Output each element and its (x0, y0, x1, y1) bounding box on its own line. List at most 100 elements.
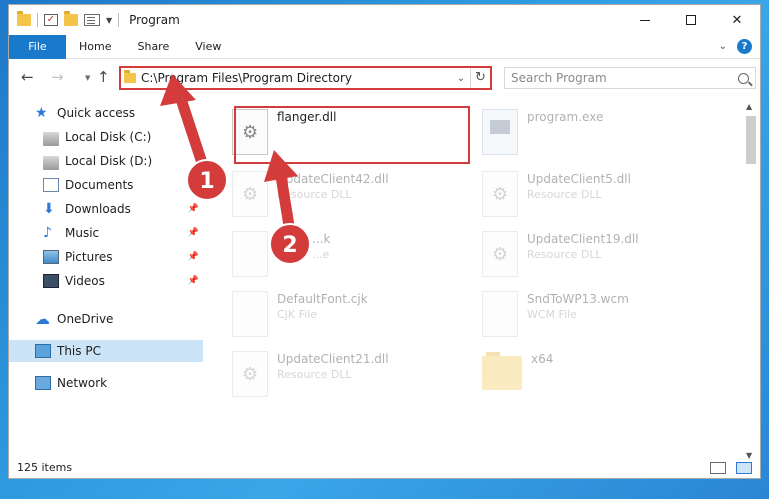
file-list: flanger.dll program.exe UpdateClient42.d… (214, 96, 744, 460)
window-controls: ✕ (622, 5, 760, 35)
up-arrow-icon[interactable]: ↑ (97, 68, 110, 86)
file-name: UpdateClient42.dll (277, 172, 389, 186)
toolbar-divider (37, 13, 38, 27)
nav-item-label: Local Disk (D:) (65, 154, 153, 168)
properties-icon[interactable] (84, 14, 100, 26)
new-folder-icon[interactable] (64, 11, 78, 26)
nav-item-this-pc[interactable]: This PC (9, 340, 203, 362)
file-item-updateclient19[interactable]: UpdateClient19.dll Resource DLL (464, 228, 704, 284)
folder-icon (124, 70, 136, 83)
vertical-scrollbar[interactable]: ▲ ▼ (744, 102, 758, 460)
pin-icon[interactable]: 📌 (188, 276, 199, 286)
pin-icon[interactable]: 📌 (188, 204, 199, 214)
title-bar: ✓ ▼ Program ✕ (9, 5, 760, 35)
address-row: ← → ▼ ↑ C:\Program Files\Program Directo… (9, 64, 760, 94)
file-item-program-exe[interactable]: program.exe (464, 106, 704, 162)
file-meta: UpdateClient42.dll Resource DLL (277, 172, 389, 202)
nav-item-pictures[interactable]: Pictures 📌 (9, 246, 203, 268)
pin-icon[interactable]: 📌 (188, 252, 199, 262)
this-pc-icon (35, 344, 51, 358)
pictures-icon (43, 250, 59, 264)
recent-locations-dropdown-icon[interactable]: ▼ (85, 74, 90, 82)
refresh-icon[interactable]: ↻ (470, 68, 490, 88)
tab-home[interactable]: Home (66, 35, 124, 59)
customize-toolbar-dropdown-icon[interactable]: ▼ (106, 16, 112, 25)
large-icons-view-icon[interactable] (736, 462, 752, 474)
dll-file-icon (482, 171, 518, 217)
details-view-icon[interactable] (710, 462, 726, 474)
forward-arrow-icon[interactable]: → (51, 68, 64, 86)
nav-item-onedrive[interactable]: ☁ OneDrive (9, 308, 203, 330)
file-item-updateclient5[interactable]: UpdateClient5.dll Resource DLL (464, 168, 704, 224)
close-button[interactable]: ✕ (714, 5, 760, 35)
file-item-partial[interactable]: ...k ...e (214, 228, 454, 284)
file-type: Resource DLL (527, 188, 602, 201)
file-type: WCM File (527, 308, 577, 321)
expand-ribbon-icon[interactable]: ⌄ (719, 41, 727, 52)
tab-view[interactable]: View (182, 35, 234, 59)
onedrive-icon: ☁ (35, 310, 50, 328)
address-dropdown-icon[interactable]: ⌄ (452, 73, 470, 84)
file-name: UpdateClient5.dll (527, 172, 631, 186)
nav-item-label: Music (65, 226, 100, 240)
nav-item-label: Videos (65, 274, 105, 288)
tab-file[interactable]: File (9, 34, 66, 59)
highlight-box (234, 106, 470, 164)
tab-share[interactable]: Share (124, 35, 182, 59)
file-meta: SndToWP13.wcm WCM File (527, 292, 629, 322)
file-type: Resource DLL (277, 188, 352, 201)
star-icon: ★ (35, 105, 48, 121)
file-item-sndtowp13[interactable]: SndToWP13.wcm WCM File (464, 288, 704, 344)
file-type: ...e (312, 248, 330, 261)
search-box[interactable]: Search Program (504, 67, 756, 89)
file-item-updateclient42[interactable]: UpdateClient42.dll Resource DLL (214, 168, 454, 224)
minimize-button[interactable] (622, 5, 668, 35)
folder-icon[interactable] (17, 11, 31, 26)
ribbon-tabs: File Home Share View ⌄ ? (9, 34, 760, 59)
file-name: SndToWP13.wcm (527, 292, 629, 306)
file-name: UpdateClient19.dll (527, 232, 639, 246)
file-item-defaultfont[interactable]: DefaultFont.cjk CJK File (214, 288, 454, 344)
nav-item-network[interactable]: Network (9, 372, 203, 394)
downloads-icon: ⬇ (43, 201, 55, 217)
scroll-up-icon[interactable]: ▲ (746, 102, 752, 111)
search-placeholder[interactable]: Search Program (511, 71, 607, 85)
address-path[interactable]: C:\Program Files\Program Directory (141, 71, 452, 85)
nav-item-local-disk-c[interactable]: Local Disk (C:) (9, 126, 203, 148)
nav-item-label: Local Disk (C:) (65, 130, 152, 144)
folder-item-x64[interactable]: x64 (464, 348, 704, 404)
pin-icon[interactable]: 📌 (188, 228, 199, 238)
nav-item-videos[interactable]: Videos 📌 (9, 270, 203, 292)
file-icon (232, 231, 268, 277)
file-item-updateclient21[interactable]: UpdateClient21.dll Resource DLL (214, 348, 454, 404)
file-name: ...k (312, 232, 331, 246)
dll-file-icon (482, 231, 518, 277)
scroll-thumb[interactable] (746, 116, 756, 164)
file-type: Resource DLL (277, 368, 352, 381)
dll-file-icon (232, 351, 268, 397)
file-meta: ...k ...e (312, 232, 330, 262)
nav-item-label: This PC (57, 344, 101, 358)
properties-check-icon[interactable]: ✓ (44, 14, 58, 26)
address-bar[interactable]: C:\Program Files\Program Directory ⌄ ↻ (119, 66, 492, 90)
maximize-button[interactable] (668, 5, 714, 35)
file-meta: program.exe (527, 110, 603, 125)
ribbon-right-controls: ⌄ ? (719, 39, 752, 54)
file-type: Resource DLL (527, 248, 602, 261)
nav-item-documents[interactable]: Documents (9, 174, 203, 196)
quick-access-toolbar: ✓ ▼ (9, 11, 120, 27)
exe-file-icon (482, 109, 518, 155)
nav-item-music[interactable]: ♪ Music 📌 (9, 222, 203, 244)
file-name: x64 (531, 352, 554, 366)
file-icon (232, 291, 268, 337)
file-name: program.exe (527, 110, 604, 124)
nav-item-downloads[interactable]: ⬇ Downloads 📌 (9, 198, 203, 220)
window-title: Program (129, 13, 180, 27)
back-arrow-icon[interactable]: ← (21, 68, 34, 86)
nav-item-local-disk-d[interactable]: Local Disk (D:) (9, 150, 203, 172)
help-icon[interactable]: ? (737, 39, 752, 54)
file-name: DefaultFont.cjk (277, 292, 368, 306)
nav-item-quick-access[interactable]: ★ Quick access (9, 102, 203, 124)
search-icon[interactable] (738, 72, 749, 84)
nav-item-label: Quick access (57, 106, 136, 120)
